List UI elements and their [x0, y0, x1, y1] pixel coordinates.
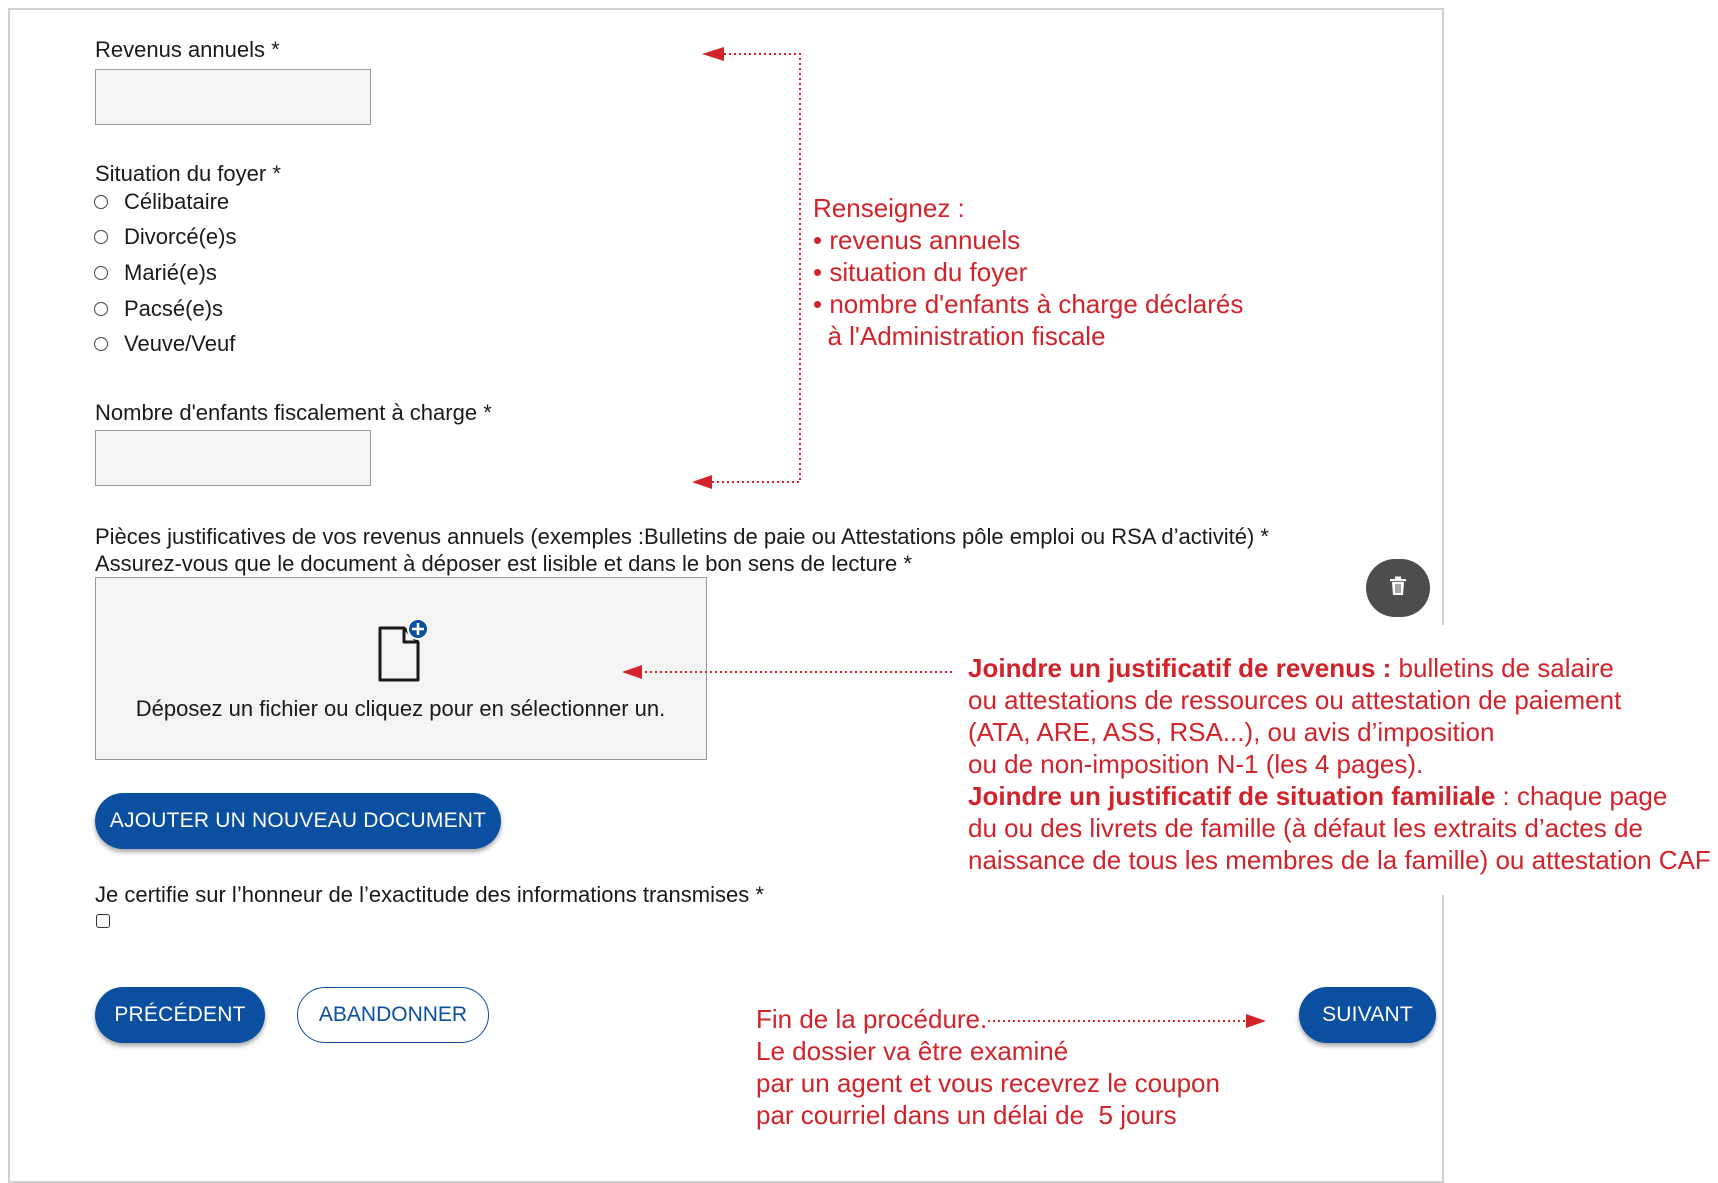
bracket-line [712, 53, 801, 483]
arrow-head-income [702, 47, 724, 61]
annotation-arrows [622, 47, 1266, 1028]
arrow-head-children [692, 475, 712, 489]
arrow-head-next [1246, 1014, 1266, 1028]
annotation-documents: Joindre un justificatif de revenus : bul… [968, 653, 1711, 875]
arrow-head-dropzone [622, 665, 642, 679]
annotation-end: Fin de la procédure. Le dossier va être … [756, 1004, 1220, 1130]
annotation-fill-in: Renseignez : • revenus annuels • situati… [813, 193, 1244, 351]
